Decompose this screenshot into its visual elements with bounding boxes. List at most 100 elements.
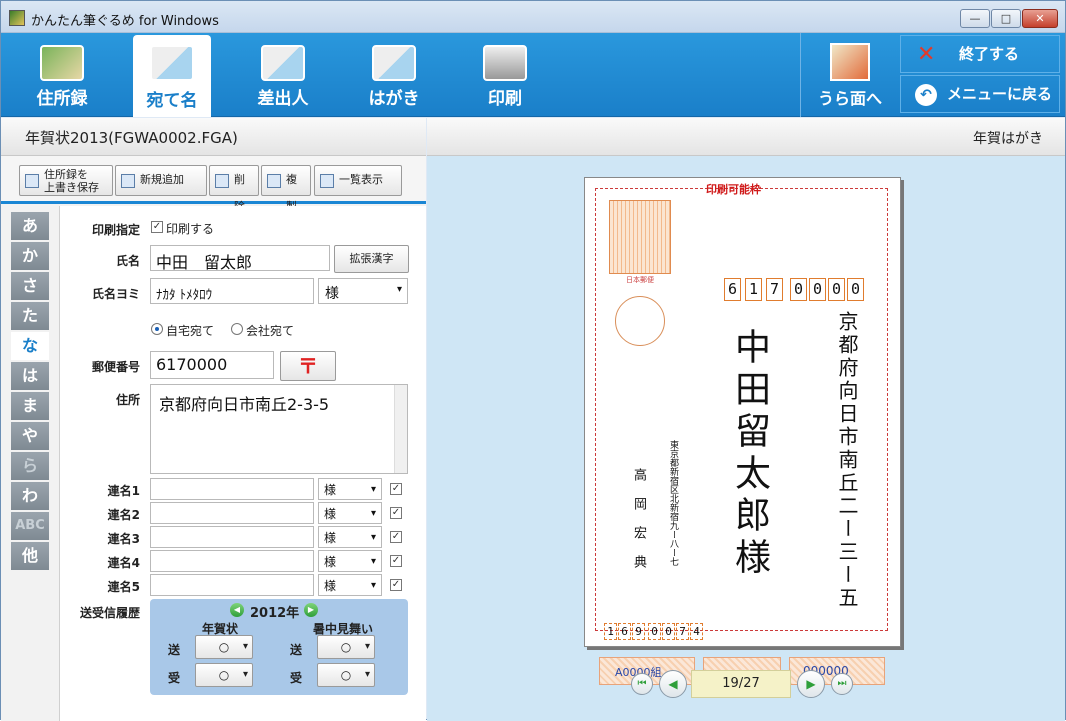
joint-name-5-input[interactable] <box>150 574 314 596</box>
sender-tab[interactable]: 差出人 <box>244 35 322 115</box>
name-reading-input[interactable]: ﾅｶﾀ ﾄﾒﾀﾛｳ <box>150 278 314 304</box>
extended-kanji-button[interactable]: 拡張漢字 <box>334 245 409 273</box>
delete-button[interactable]: 削除 <box>209 165 259 213</box>
history-label: 送受信履歴 <box>79 606 140 620</box>
kana-tab-ha[interactable]: は <box>11 362 49 390</box>
joint-name-5-checkbox[interactable]: ✓ <box>390 579 402 591</box>
last-page-icon[interactable]: ⏭ <box>831 673 853 695</box>
add-card-icon <box>121 174 135 188</box>
save-label-line2: 上書き保存 <box>44 181 99 194</box>
joint-name-1-label: 連名1 <box>107 484 140 498</box>
kana-tab-sa[interactable]: さ <box>11 272 49 300</box>
name-input[interactable]: 中田 留太郎 <box>150 245 330 272</box>
kana-index-tabs: あ か さ た な は ま や ら わ ABC 他 <box>11 212 49 572</box>
back-side-button[interactable]: うら面へ <box>804 35 896 115</box>
joint-name-3-honorific[interactable]: 様 <box>318 526 382 548</box>
list-icon <box>320 174 334 188</box>
print-tab[interactable]: 印刷 <box>466 35 544 115</box>
joint-name-4-checkbox[interactable]: ✓ <box>390 555 402 567</box>
next-page-icon[interactable]: ▶ <box>797 670 825 698</box>
sender-name-vertical: 高岡宏典 <box>631 468 646 584</box>
preview-header: 年賀はがき <box>427 118 1065 156</box>
address-book-tab[interactable]: 住所録 <box>23 35 101 115</box>
joint-name-5-honorific[interactable]: 様 <box>318 574 382 596</box>
joint-name-1-input[interactable] <box>150 478 314 500</box>
joint-name-1-checkbox[interactable]: ✓ <box>390 483 402 495</box>
back-to-menu-button[interactable]: ↶ メニューに戻る <box>900 75 1060 113</box>
kana-tab-ya[interactable]: や <box>11 422 49 450</box>
zip-digit: 0 <box>790 278 807 301</box>
joint-name-3-input[interactable] <box>150 526 314 548</box>
stamp-label: 日本郵便 <box>626 276 654 284</box>
prev-year-arrow-icon[interactable]: ◀ <box>230 603 244 617</box>
postcard-tab[interactable]: はがき <box>355 35 433 115</box>
exit-button[interactable]: ✕ 終了する <box>900 35 1060 73</box>
shochu-recv-select[interactable]: ○ <box>317 663 375 687</box>
zip-digit: 7 <box>766 278 783 301</box>
nenga-send-select[interactable]: ○ <box>195 635 253 659</box>
list-view-button[interactable]: 一覧表示 <box>314 165 402 196</box>
kana-tab-abc[interactable]: ABC <box>11 512 49 540</box>
shochu-send-select[interactable]: ○ <box>317 635 375 659</box>
minimize-button[interactable]: — <box>960 9 990 28</box>
first-page-icon[interactable]: ⏮ <box>631 673 653 695</box>
maximize-button[interactable]: □ <box>991 9 1021 28</box>
close-button[interactable]: ✕ <box>1022 9 1058 28</box>
joint-name-3-checkbox[interactable]: ✓ <box>390 531 402 543</box>
postcard-label: はがき <box>368 89 420 109</box>
close-x-icon: ✕ <box>917 42 936 67</box>
page-number: 19/27 <box>691 670 791 698</box>
app-window: かんたん筆ぐるめ for Windows — □ ✕ 住所録 宛て名 差出人 は… <box>0 0 1066 721</box>
joint-name-1-honorific[interactable]: 様 <box>318 478 382 500</box>
kana-tab-ma[interactable]: ま <box>11 392 49 420</box>
nenga-recv-select[interactable]: ○ <box>195 663 253 687</box>
sender-address-vertical: 東京都新宿区北新宿九ー八ー七 <box>668 440 678 566</box>
recipient-name-vertical: 中田留太郎様 <box>729 328 770 580</box>
joint-name-4-input[interactable] <box>150 550 314 572</box>
add-new-button[interactable]: 新規追加 <box>115 165 207 196</box>
postcard-preview[interactable]: 印刷可能枠 日本郵便 6 1 7 0 0 0 0 京都府向日市南丘二ー三ー五 中… <box>584 177 901 685</box>
postal-code-input[interactable]: 6170000 <box>150 351 274 379</box>
postal-code-label: 郵便番号 <box>91 360 140 374</box>
home-address-radio[interactable] <box>151 323 163 335</box>
print-spec-label: 印刷指定 <box>91 223 140 237</box>
back-side-label: うら面へ <box>817 89 882 108</box>
address-book-label: 住所録 <box>36 89 88 109</box>
return-arrow-icon: ↶ <box>915 84 937 106</box>
recipient-tab[interactable]: 宛て名 <box>133 35 211 117</box>
address-label: 住所 <box>115 393 140 407</box>
card-type-label: 年賀はがき <box>973 131 1043 147</box>
kana-tab-ra[interactable]: ら <box>11 452 49 480</box>
joint-name-4-honorific[interactable]: 様 <box>318 550 382 572</box>
kana-tab-ka[interactable]: か <box>11 242 49 270</box>
kana-tab-na[interactable]: な <box>11 332 49 360</box>
history-send-label-2: 送 <box>290 643 303 657</box>
duplicate-button[interactable]: 複製 <box>261 165 311 213</box>
overwrite-save-button[interactable]: 住所録を 上書き保存 <box>19 165 113 196</box>
joint-name-2-honorific[interactable]: 様 <box>318 502 382 524</box>
kana-tab-wa[interactable]: わ <box>11 482 49 510</box>
postal-lookup-button[interactable]: 〒 <box>280 351 336 381</box>
title-bar[interactable]: かんたん筆ぐるめ for Windows — □ ✕ <box>1 1 1065 33</box>
address-textarea[interactable]: 京都府向日市南丘2-3-5 <box>150 384 408 474</box>
joint-name-2-input[interactable] <box>150 502 314 524</box>
address-form: 印刷指定 ✓ 印刷する 氏名 中田 留太郎 拡張漢字 氏名ヨミ ﾅｶﾀ ﾄﾒﾀﾛ… <box>59 206 426 721</box>
kana-tab-ta[interactable]: た <box>11 302 49 330</box>
next-year-arrow-icon[interactable]: ▶ <box>304 603 318 617</box>
address-scrollbar[interactable] <box>394 385 407 473</box>
sender-zip-digit: 9 <box>632 623 645 640</box>
app-icon <box>9 10 25 26</box>
company-address-radio[interactable] <box>231 323 243 335</box>
postmark-icon <box>615 296 665 346</box>
address-book-icon <box>40 45 84 81</box>
honorific-select[interactable]: 様 <box>318 278 408 304</box>
joint-name-2-checkbox[interactable]: ✓ <box>390 507 402 519</box>
prev-page-icon[interactable]: ◀ <box>659 670 687 698</box>
kana-tab-a[interactable]: あ <box>11 212 49 240</box>
kana-tab-other[interactable]: 他 <box>11 542 49 570</box>
back-to-menu-label: メニューに戻る <box>947 85 1053 103</box>
printer-icon <box>483 45 527 81</box>
print-checkbox[interactable]: ✓ <box>151 221 163 233</box>
name-label: 氏名 <box>115 254 140 268</box>
file-title: 年賀状2013(FGWA0002.FGA) <box>1 118 426 156</box>
